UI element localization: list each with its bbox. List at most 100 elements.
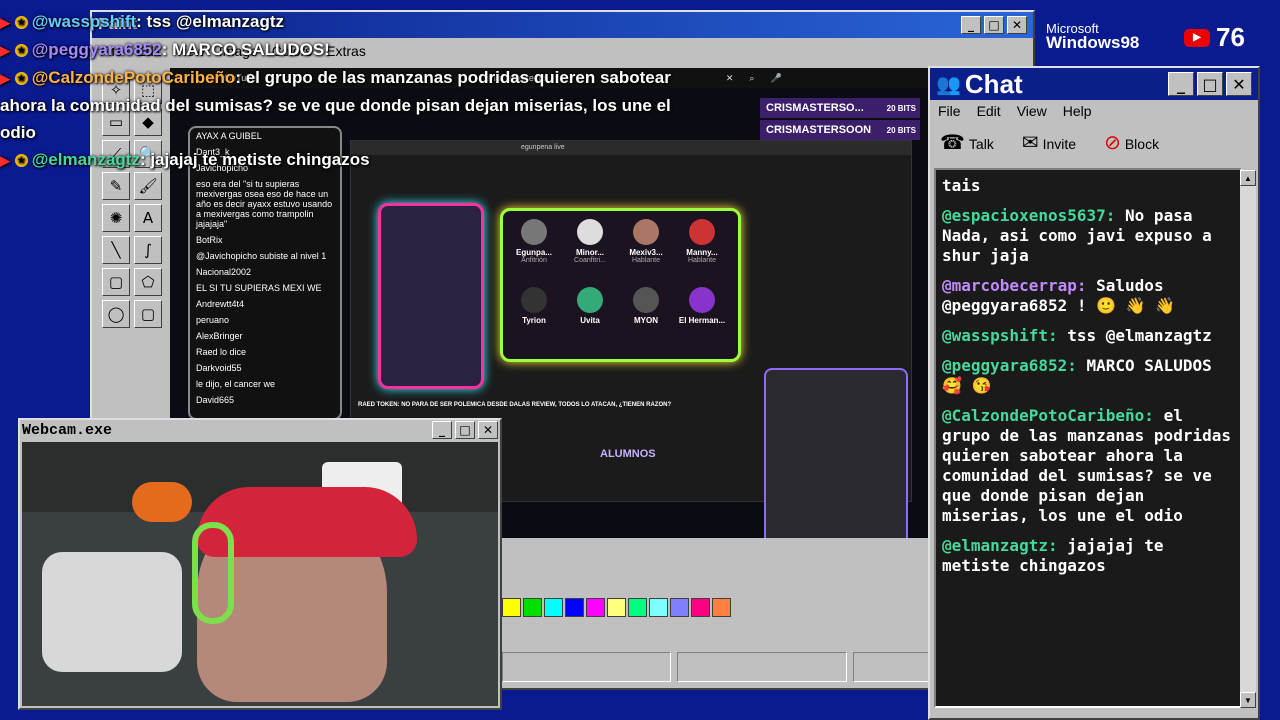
close-icon[interactable]: ✕ bbox=[726, 73, 734, 84]
rectangle-icon[interactable]: ▢ bbox=[102, 268, 130, 296]
block-icon: ⊘ bbox=[1104, 131, 1121, 154]
guest-name: Mexiv3... bbox=[629, 248, 663, 257]
windows-label: Windows98 bbox=[1046, 33, 1140, 52]
message-user[interactable]: @CalzondePotoCaribeño: bbox=[942, 406, 1154, 425]
guest-name: Manny... bbox=[686, 248, 718, 257]
chair bbox=[42, 552, 182, 672]
menu-edit[interactable]: Edit bbox=[977, 103, 1001, 119]
side-chat-user: Andrewtt4t4 bbox=[196, 299, 245, 309]
users-icon: 👥 bbox=[936, 73, 961, 96]
star-icon: ★ bbox=[14, 44, 28, 58]
side-chat-user: David665 bbox=[196, 395, 235, 405]
color-swatch[interactable] bbox=[712, 598, 731, 617]
menu-view[interactable]: View bbox=[1017, 103, 1047, 119]
guest-name: Uvita bbox=[580, 316, 600, 325]
overlay-chat: ▶ ★ @wasspshift: tss @elmanzagtz ▶ ★ @pegg… bbox=[0, 8, 690, 174]
guest-name: Minor... bbox=[576, 248, 604, 257]
line-icon[interactable]: ╲ bbox=[102, 236, 130, 264]
polygon-icon[interactable]: ⬠ bbox=[134, 268, 162, 296]
chat-message: @wasspshift: tss @elmanzagtz bbox=[942, 326, 1234, 346]
mic-icon[interactable]: 🎤 bbox=[770, 73, 781, 84]
message-user[interactable]: @marcobecerrap: bbox=[942, 276, 1087, 295]
guest-card: Tyrion bbox=[507, 287, 561, 325]
color-swatch[interactable] bbox=[628, 598, 647, 617]
side-chat-line: le dijo, el cancer we bbox=[196, 379, 276, 389]
guest-role: Hablante bbox=[687, 257, 717, 264]
message-user[interactable]: @espacioxenos5637: bbox=[942, 206, 1115, 225]
star-icon: ★ bbox=[14, 72, 28, 86]
color-swatch[interactable] bbox=[649, 598, 668, 617]
curve-icon[interactable]: ∫ bbox=[134, 236, 162, 264]
invite-label: Invite bbox=[1042, 135, 1077, 152]
guest-role: Coanfitri... bbox=[574, 257, 606, 264]
scroll-up-icon[interactable]: ▲ bbox=[1240, 170, 1256, 186]
message-user[interactable]: @peggyara6852: bbox=[942, 356, 1077, 375]
close-button[interactable]: ✕ bbox=[478, 421, 498, 439]
guest-card: El Herman... bbox=[675, 287, 729, 325]
message-user[interactable]: @wasspshift: bbox=[942, 326, 1058, 345]
scroll-down-icon[interactable]: ▼ bbox=[1240, 692, 1256, 708]
color-swatch[interactable] bbox=[544, 598, 563, 617]
bits-alert: CRISMASTERSO... 20 BITS bbox=[760, 98, 920, 118]
minimize-button[interactable]: _ bbox=[1168, 72, 1194, 96]
brush-icon[interactable]: 🖌 bbox=[134, 172, 162, 200]
windows98-logo: Microsoft Windows98 bbox=[1046, 22, 1140, 52]
chat-message: tais bbox=[942, 176, 1234, 196]
menu-file[interactable]: File bbox=[938, 103, 961, 119]
close-button[interactable]: ✕ bbox=[1007, 16, 1027, 34]
message-user[interactable]: @elmanzagtz: bbox=[942, 536, 1058, 555]
minimize-button[interactable]: _ bbox=[432, 421, 452, 439]
maximize-button[interactable]: □ bbox=[984, 16, 1004, 34]
rounded-rect-icon[interactable]: ▢ bbox=[134, 300, 162, 328]
color-swatch[interactable] bbox=[523, 598, 542, 617]
video-caption: RAED TOKEN: NO PARA DE SER POLEMICA DESD… bbox=[358, 402, 672, 408]
overlay-chat-line: ▶ ★ @peggyara6852: MARCO SALUDOS! bbox=[0, 36, 690, 64]
chat-title: Chat bbox=[964, 68, 1023, 99]
text-icon[interactable]: A bbox=[134, 204, 162, 232]
color-swatch[interactable] bbox=[607, 598, 626, 617]
talk-button[interactable]: ☎ Talk bbox=[940, 130, 994, 155]
maximize-button[interactable]: □ bbox=[1197, 72, 1223, 96]
message-text: tss @elmanzagtz bbox=[1067, 326, 1212, 345]
side-chat-user: AlexBringer bbox=[196, 331, 243, 341]
bits-amount: 20 BITS bbox=[886, 103, 916, 113]
overlay-text: : MARCO SALUDOS! bbox=[161, 40, 330, 59]
bits-user: CRISMASTERSOON bbox=[766, 124, 872, 136]
guest-card: MYON bbox=[619, 287, 673, 325]
overlay-user: @peggyara6852 bbox=[31, 40, 162, 59]
pencil-icon[interactable]: ✎ bbox=[102, 172, 130, 200]
color-swatch[interactable] bbox=[670, 598, 689, 617]
search-icon[interactable]: ⌕ bbox=[749, 73, 754, 84]
airbrush-icon[interactable]: ✺ bbox=[102, 204, 130, 232]
menu-help[interactable]: Help bbox=[1063, 103, 1092, 119]
webcam-window: Webcam.exe _ □ ✕ bbox=[18, 418, 502, 710]
maximize-button[interactable]: □ bbox=[455, 421, 475, 439]
ellipse-icon[interactable]: ◯ bbox=[102, 300, 130, 328]
color-swatch[interactable] bbox=[586, 598, 605, 617]
chat-message: @peggyara6852: MARCO SALUDOS 🥰 😘 bbox=[942, 356, 1234, 396]
guest-name: MYON bbox=[634, 316, 658, 325]
side-chat-line: Raed lo dice bbox=[196, 347, 247, 357]
chat-scrollbar[interactable]: ▲ ▼ bbox=[1240, 170, 1256, 708]
overlay-user: @elmanzagtz bbox=[31, 150, 140, 169]
side-chat-user: BotRix bbox=[196, 235, 223, 245]
guest-role: Hablante bbox=[631, 257, 661, 264]
side-chat-user: Darkvoid55 bbox=[196, 363, 242, 373]
status-pane bbox=[502, 652, 672, 682]
color-swatch[interactable] bbox=[691, 598, 710, 617]
color-swatch[interactable] bbox=[502, 598, 521, 617]
minimize-button[interactable]: _ bbox=[961, 16, 981, 34]
block-button[interactable]: ⊘ Block bbox=[1104, 130, 1159, 155]
chat-messages: tais @espacioxenos5637: No pasa Nada, as… bbox=[934, 168, 1242, 708]
bits-alert: CRISMASTERSOON 20 BITS bbox=[760, 120, 920, 140]
close-button[interactable]: ✕ bbox=[1226, 72, 1252, 96]
guest-name: Tyrion bbox=[522, 316, 546, 325]
side-chat-line: peruano bbox=[196, 315, 230, 325]
block-label: Block bbox=[1124, 135, 1160, 152]
overlay-text: : tss @elmanzagtz bbox=[136, 12, 285, 31]
host-cam-frame bbox=[378, 203, 484, 389]
color-swatch[interactable] bbox=[565, 598, 584, 617]
chat-message: @marcobecerrap: Saludos @peggyara6852 ! … bbox=[942, 276, 1234, 316]
webcam-title-bar: Webcam.exe _ □ ✕ bbox=[20, 420, 500, 440]
invite-button[interactable]: ✉ Invite bbox=[1022, 130, 1076, 155]
